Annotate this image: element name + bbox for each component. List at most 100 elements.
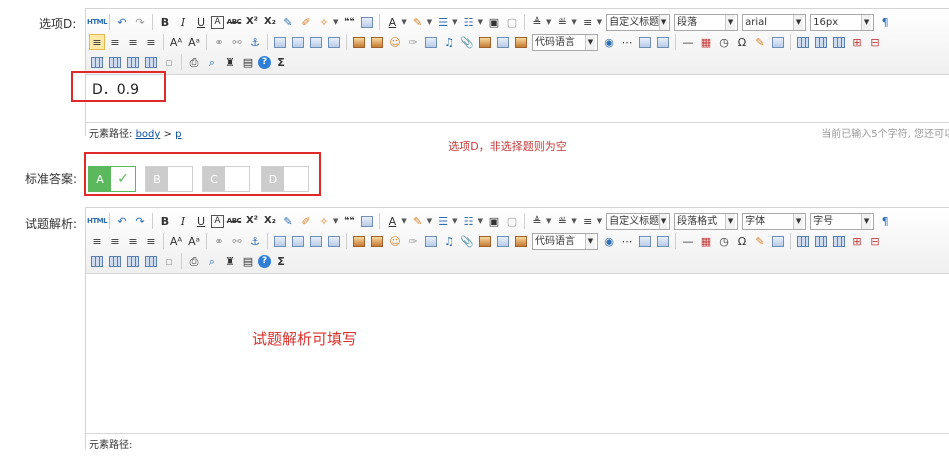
- link-icon[interactable]: ⚭: [211, 233, 227, 249]
- template-insert-icon[interactable]: [655, 233, 671, 249]
- font-size-select[interactable]: 16px ▼: [810, 13, 875, 31]
- image-none-icon[interactable]: [272, 34, 288, 50]
- gmap-icon[interactable]: [495, 233, 511, 249]
- page-break-icon[interactable]: ⋯: [619, 34, 635, 50]
- delete-row-icon[interactable]: ⊟: [867, 233, 883, 249]
- insert-paragraph-before-table-icon[interactable]: [831, 34, 847, 50]
- align-justify-icon[interactable]: ≡: [143, 34, 159, 50]
- chevron-down-icon[interactable]: ▼: [452, 18, 457, 26]
- search-replace-icon[interactable]: [770, 34, 786, 50]
- chevron-down-icon[interactable]: ▼: [427, 217, 432, 225]
- help-button[interactable]: ?: [258, 55, 271, 69]
- gmap-icon[interactable]: [495, 34, 511, 50]
- bold-button[interactable]: B: [157, 213, 173, 229]
- chart-icon[interactable]: ▫: [161, 253, 177, 269]
- insert-frame-icon[interactable]: [513, 34, 529, 50]
- custom-heading-select[interactable]: 自定义标题 ▼: [606, 13, 671, 31]
- code-language-select[interactable]: 代码语言 ▼: [532, 232, 598, 250]
- subscript-button[interactable]: X₂: [262, 213, 278, 229]
- chevron-down-icon[interactable]: ▼: [571, 18, 576, 26]
- code-language-select[interactable]: 代码语言 ▼: [532, 33, 598, 51]
- chevron-down-icon[interactable]: ▼: [478, 18, 483, 26]
- chevron-down-icon[interactable]: ▼: [333, 217, 338, 225]
- insert-row-icon[interactable]: ⊞: [849, 34, 865, 50]
- font-border-button[interactable]: A: [211, 15, 224, 29]
- paragraph-select[interactable]: 段落 ▼: [674, 13, 739, 31]
- chevron-down-icon[interactable]: ▼: [597, 18, 602, 26]
- emotion-icon[interactable]: ☺: [387, 34, 403, 50]
- print-icon[interactable]: ⎙: [186, 54, 202, 70]
- chevron-down-icon[interactable]: ▼: [478, 217, 483, 225]
- superscript-button[interactable]: X²: [244, 213, 260, 229]
- insert-table-icon[interactable]: [795, 34, 811, 50]
- chevron-down-icon[interactable]: ▼: [427, 18, 432, 26]
- font-family-select[interactable]: 字体 ▼: [742, 212, 807, 230]
- anchor-icon[interactable]: ⚓: [247, 233, 263, 249]
- eraser-icon[interactable]: ✎: [280, 213, 296, 229]
- underline-button[interactable]: U: [193, 213, 209, 229]
- align-center-icon[interactable]: ≡: [107, 34, 123, 50]
- select-all-icon[interactable]: ▣: [486, 14, 502, 30]
- font-size-select[interactable]: 字号 ▼: [810, 212, 875, 230]
- chevron-down-icon[interactable]: ▼: [333, 18, 338, 26]
- blockquote-button[interactable]: ❝❝: [341, 213, 357, 229]
- backcolor-icon[interactable]: ✎: [410, 14, 426, 30]
- merge-right-icon[interactable]: [107, 253, 123, 269]
- image-center-icon[interactable]: [326, 34, 342, 50]
- custom-heading-select[interactable]: 自定义标题 ▼: [606, 212, 671, 230]
- chevron-down-icon[interactable]: ▼: [452, 217, 457, 225]
- format-brush-icon[interactable]: ✐: [298, 14, 314, 30]
- map-icon[interactable]: [477, 34, 493, 50]
- undo-icon[interactable]: ↶: [114, 213, 130, 229]
- eraser-icon[interactable]: ✎: [280, 14, 296, 30]
- horizontal-rule-icon[interactable]: —: [680, 34, 696, 50]
- scrawl-icon[interactable]: ✑: [405, 34, 421, 50]
- insert-row-icon[interactable]: ⊞: [849, 233, 865, 249]
- paragraph-select[interactable]: 段落格式 ▼: [674, 212, 739, 230]
- horizontal-rule-icon[interactable]: —: [680, 233, 696, 249]
- special-chars-button[interactable]: Ω: [734, 34, 750, 50]
- strikethrough-button[interactable]: ABC: [226, 213, 242, 229]
- unlink-icon[interactable]: ⚯: [229, 34, 245, 50]
- analysis-content-area[interactable]: [86, 274, 949, 433]
- italic-button[interactable]: I: [175, 213, 191, 229]
- chevron-down-icon[interactable]: ▼: [571, 217, 576, 225]
- attachment-icon[interactable]: 📎: [459, 34, 475, 50]
- ordered-list-icon[interactable]: ☰: [435, 14, 451, 30]
- answer-option-b[interactable]: B: [145, 166, 193, 192]
- page-break-icon[interactable]: ⋯: [619, 233, 635, 249]
- chevron-down-icon[interactable]: ▼: [401, 217, 406, 225]
- option-d-content-area[interactable]: [86, 75, 949, 122]
- backcolor-icon[interactable]: ✎: [410, 213, 426, 229]
- formula-button[interactable]: Σ: [273, 253, 289, 269]
- html-source-button[interactable]: HTML: [87, 14, 108, 30]
- insert-frame-icon[interactable]: [513, 233, 529, 249]
- subscript-button[interactable]: X₂: [262, 14, 278, 30]
- align-left-icon[interactable]: ≡: [89, 233, 105, 249]
- wordimage-icon[interactable]: ✎: [752, 233, 768, 249]
- uppercase-icon[interactable]: Aᴬ: [168, 34, 184, 50]
- print-icon[interactable]: ⎙: [186, 253, 202, 269]
- attachment-icon[interactable]: 📎: [459, 233, 475, 249]
- html-source-button[interactable]: HTML: [87, 213, 108, 229]
- insert-video-icon[interactable]: [423, 233, 439, 249]
- search-replace-icon[interactable]: [770, 233, 786, 249]
- insert-table-icon[interactable]: [795, 233, 811, 249]
- answer-option-c[interactable]: C: [202, 166, 250, 192]
- delete-row-icon[interactable]: ⊟: [867, 34, 883, 50]
- image-center-icon[interactable]: [326, 233, 342, 249]
- answer-option-a[interactable]: A ✓: [88, 166, 136, 192]
- wordimage-icon[interactable]: ✎: [752, 34, 768, 50]
- image-left-icon[interactable]: [290, 34, 306, 50]
- special-chars-button[interactable]: Ω: [734, 233, 750, 249]
- delete-table-icon[interactable]: [813, 233, 829, 249]
- background-icon[interactable]: [637, 34, 653, 50]
- merge-down-icon[interactable]: [125, 253, 141, 269]
- row-spacing-top-icon[interactable]: ≜: [529, 14, 545, 30]
- image-right-icon[interactable]: [308, 34, 324, 50]
- select-all-icon[interactable]: ▣: [486, 213, 502, 229]
- date-icon[interactable]: ▦: [698, 34, 714, 50]
- unlink-icon[interactable]: ⚯: [229, 233, 245, 249]
- unordered-list-icon[interactable]: ☷: [461, 213, 477, 229]
- scrawl-icon[interactable]: ✑: [405, 233, 421, 249]
